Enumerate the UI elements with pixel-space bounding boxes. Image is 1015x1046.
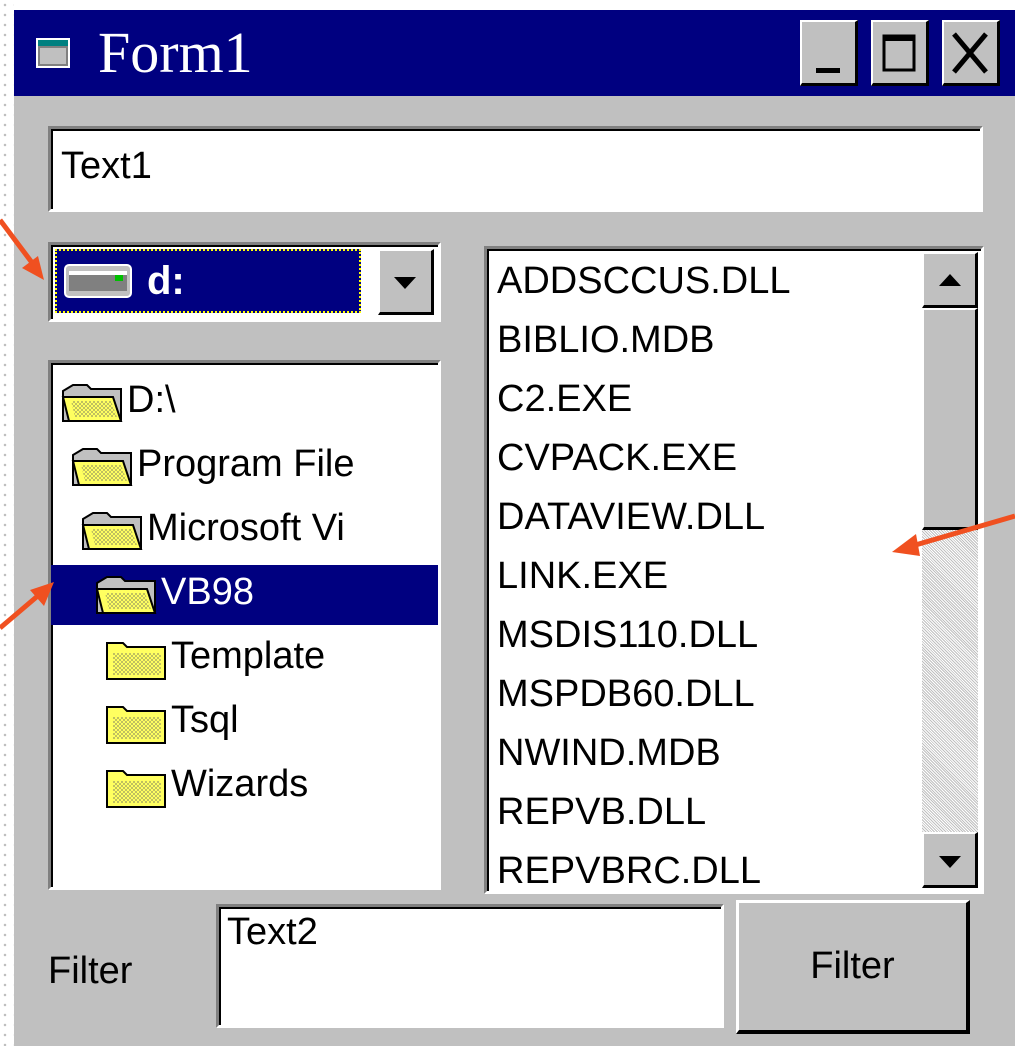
file-scrollbar[interactable] bbox=[922, 252, 978, 888]
file-list-item[interactable]: REPVB.DLL bbox=[497, 782, 706, 842]
directory-item[interactable]: VB98 bbox=[51, 565, 438, 625]
directory-item[interactable]: D:\ bbox=[51, 373, 438, 433]
maximize-button[interactable] bbox=[871, 20, 929, 86]
scroll-up-button[interactable] bbox=[922, 252, 978, 308]
filter-button-label: Filter bbox=[810, 945, 895, 987]
directory-listbox[interactable]: D:\ Program File Microsoft Vi VB98 Template T… bbox=[48, 360, 441, 890]
text1-value: Text1 bbox=[61, 145, 152, 187]
close-button[interactable] bbox=[942, 20, 1000, 86]
drive-label: d: bbox=[147, 259, 185, 303]
directory-label: Tsql bbox=[171, 699, 239, 741]
chevron-down-icon bbox=[939, 856, 961, 868]
open-folder-icon bbox=[81, 512, 143, 550]
open-folder-icon bbox=[95, 576, 157, 614]
close-icon bbox=[952, 32, 988, 74]
folder-icon bbox=[106, 642, 166, 680]
scroll-thumb[interactable] bbox=[922, 308, 978, 530]
directory-label: D:\ bbox=[127, 379, 176, 421]
minimize-button[interactable] bbox=[800, 20, 858, 86]
file-list-item[interactable]: BIBLIO.MDB bbox=[497, 310, 715, 370]
chevron-down-icon bbox=[394, 277, 416, 289]
file-list-item[interactable]: C2.EXE bbox=[497, 369, 632, 429]
minimize-icon bbox=[816, 68, 840, 73]
open-folder-icon bbox=[71, 448, 133, 486]
title-bar[interactable]: Form1 bbox=[14, 10, 1015, 96]
text1-input[interactable]: Text1 bbox=[48, 126, 983, 212]
directory-label: Microsoft Vi bbox=[147, 507, 345, 549]
drive-dropdown-button[interactable] bbox=[378, 249, 434, 315]
directory-label: VB98 bbox=[161, 571, 254, 613]
hard-drive-icon bbox=[64, 264, 132, 298]
drive-combobox[interactable]: d: bbox=[48, 242, 441, 322]
file-list-item[interactable]: REPVBRC.DLL bbox=[497, 841, 761, 891]
file-list-item[interactable]: NWIND.MDB bbox=[497, 723, 721, 783]
directory-item[interactable]: Tsql bbox=[51, 693, 438, 753]
scroll-down-button[interactable] bbox=[922, 832, 978, 888]
file-list-item[interactable]: MSDIS110.DLL bbox=[497, 605, 758, 665]
directory-item[interactable]: Wizards bbox=[51, 757, 438, 817]
directory-label: Template bbox=[171, 635, 326, 677]
directory-label: Wizards bbox=[171, 763, 309, 805]
maximize-icon bbox=[882, 34, 916, 72]
directory-item[interactable]: Microsoft Vi bbox=[51, 501, 438, 561]
file-list-item[interactable]: ADDSCCUS.DLL bbox=[497, 251, 791, 311]
background-pattern bbox=[0, 0, 14, 1046]
window-title: Form1 bbox=[98, 20, 253, 85]
directory-item[interactable]: Template bbox=[51, 629, 438, 689]
folder-icon bbox=[106, 706, 166, 744]
chevron-up-icon bbox=[939, 274, 961, 286]
file-list-item[interactable]: MSPDB60.DLL bbox=[497, 664, 755, 724]
form-window: Form1 Text1 d: D:\ Program File Microsof… bbox=[14, 10, 1015, 1046]
file-list-item[interactable]: CVPACK.EXE bbox=[497, 428, 737, 488]
file-list-item[interactable]: DATAVIEW.DLL bbox=[497, 487, 765, 547]
filter-label: Filter bbox=[48, 950, 133, 992]
drive-selection[interactable]: d: bbox=[55, 249, 361, 313]
filter-button[interactable]: Filter bbox=[736, 900, 970, 1034]
directory-item[interactable]: Program File bbox=[51, 437, 438, 497]
file-list-item[interactable]: LINK.EXE bbox=[497, 546, 668, 606]
open-folder-icon bbox=[61, 384, 123, 422]
file-listbox[interactable]: ADDSCCUS.DLL BIBLIO.MDB C2.EXE CVPACK.EXE DA… bbox=[484, 246, 984, 894]
text2-value: Text2 bbox=[227, 911, 318, 953]
form-icon bbox=[36, 38, 70, 68]
folder-icon bbox=[106, 770, 166, 808]
directory-label: Program File bbox=[137, 443, 355, 485]
text2-input[interactable]: Text2 bbox=[216, 904, 724, 1028]
